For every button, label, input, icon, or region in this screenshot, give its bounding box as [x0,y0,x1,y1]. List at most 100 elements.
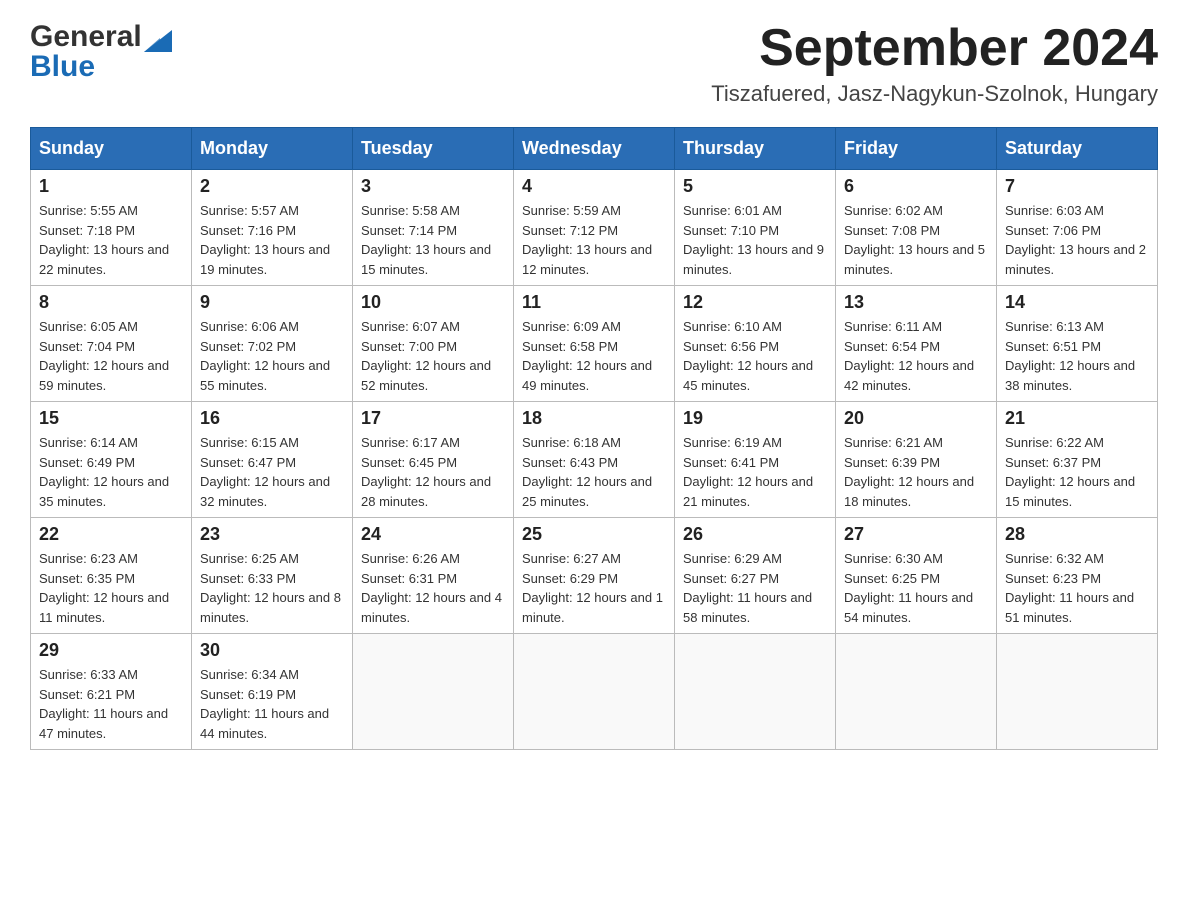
calendar-cell: 24 Sunrise: 6:26 AMSunset: 6:31 PMDayligh… [353,518,514,634]
day-info: Sunrise: 6:07 AMSunset: 7:00 PMDaylight:… [361,317,505,395]
calendar-cell: 20 Sunrise: 6:21 AMSunset: 6:39 PMDayligh… [836,402,997,518]
day-number: 18 [522,408,666,429]
calendar-week-1: 1 Sunrise: 5:55 AMSunset: 7:18 PMDaylight… [31,170,1158,286]
calendar-cell: 16 Sunrise: 6:15 AMSunset: 6:47 PMDayligh… [192,402,353,518]
day-info: Sunrise: 6:02 AMSunset: 7:08 PMDaylight:… [844,201,988,279]
calendar-cell: 10 Sunrise: 6:07 AMSunset: 7:00 PMDayligh… [353,286,514,402]
day-number: 27 [844,524,988,545]
calendar-cell: 27 Sunrise: 6:30 AMSunset: 6:25 PMDayligh… [836,518,997,634]
calendar-cell: 29Sunrise: 6:33 AMSunset: 6:21 PMDayligh… [31,634,192,750]
calendar-cell: 6 Sunrise: 6:02 AMSunset: 7:08 PMDaylight… [836,170,997,286]
day-info: Sunrise: 6:10 AMSunset: 6:56 PMDaylight:… [683,317,827,395]
calendar-cell: 11 Sunrise: 6:09 AMSunset: 6:58 PMDayligh… [514,286,675,402]
calendar-cell [675,634,836,750]
page-header: General Blue September 2024 Tiszafuered,… [30,20,1158,107]
day-number: 10 [361,292,505,313]
calendar-cell: 21 Sunrise: 6:22 AMSunset: 6:37 PMDayligh… [997,402,1158,518]
day-info: Sunrise: 6:23 AMSunset: 6:35 PMDaylight:… [39,549,183,627]
logo-triangle-icon [144,24,172,52]
month-title: September 2024 [711,20,1158,77]
calendar-table: Sunday Monday Tuesday Wednesday Thursday… [30,127,1158,750]
calendar-cell: 7Sunrise: 6:03 AMSunset: 7:06 PMDaylight… [997,170,1158,286]
day-number: 1 [39,176,183,197]
day-info: Sunrise: 6:33 AMSunset: 6:21 PMDaylight:… [39,665,183,743]
day-info: Sunrise: 5:59 AMSunset: 7:12 PMDaylight:… [522,201,666,279]
calendar-cell: 26Sunrise: 6:29 AMSunset: 6:27 PMDayligh… [675,518,836,634]
day-info: Sunrise: 6:26 AMSunset: 6:31 PMDaylight:… [361,549,505,627]
calendar-cell [353,634,514,750]
day-info: Sunrise: 6:21 AMSunset: 6:39 PMDaylight:… [844,433,988,511]
calendar-cell: 13 Sunrise: 6:11 AMSunset: 6:54 PMDayligh… [836,286,997,402]
day-number: 2 [200,176,344,197]
day-number: 12 [683,292,827,313]
calendar-cell [514,634,675,750]
calendar-header-row: Sunday Monday Tuesday Wednesday Thursday… [31,128,1158,170]
day-info: Sunrise: 5:55 AMSunset: 7:18 PMDaylight:… [39,201,183,279]
day-number: 8 [39,292,183,313]
day-number: 19 [683,408,827,429]
calendar-cell: 5 Sunrise: 6:01 AMSunset: 7:10 PMDaylight… [675,170,836,286]
header-wednesday: Wednesday [514,128,675,170]
calendar-week-4: 22 Sunrise: 6:23 AMSunset: 6:35 PMDayligh… [31,518,1158,634]
calendar-week-3: 15 Sunrise: 6:14 AMSunset: 6:49 PMDayligh… [31,402,1158,518]
day-info: Sunrise: 6:06 AMSunset: 7:02 PMDaylight:… [200,317,344,395]
day-number: 7 [1005,176,1149,197]
day-number: 15 [39,408,183,429]
calendar-week-5: 29Sunrise: 6:33 AMSunset: 6:21 PMDayligh… [31,634,1158,750]
header-friday: Friday [836,128,997,170]
calendar-cell: 4 Sunrise: 5:59 AMSunset: 7:12 PMDaylight… [514,170,675,286]
header-saturday: Saturday [997,128,1158,170]
header-sunday: Sunday [31,128,192,170]
calendar-cell: 1 Sunrise: 5:55 AMSunset: 7:18 PMDaylight… [31,170,192,286]
day-number: 4 [522,176,666,197]
day-number: 23 [200,524,344,545]
day-number: 16 [200,408,344,429]
day-number: 13 [844,292,988,313]
day-info: Sunrise: 6:30 AMSunset: 6:25 PMDaylight:… [844,549,988,627]
header-thursday: Thursday [675,128,836,170]
day-number: 25 [522,524,666,545]
day-info: Sunrise: 6:32 AMSunset: 6:23 PMDaylight:… [1005,549,1149,627]
day-number: 20 [844,408,988,429]
day-number: 11 [522,292,666,313]
day-info: Sunrise: 6:01 AMSunset: 7:10 PMDaylight:… [683,201,827,279]
day-info: Sunrise: 6:29 AMSunset: 6:27 PMDaylight:… [683,549,827,627]
day-info: Sunrise: 6:09 AMSunset: 6:58 PMDaylight:… [522,317,666,395]
calendar-week-2: 8Sunrise: 6:05 AMSunset: 7:04 PMDaylight… [31,286,1158,402]
logo-blue-text: Blue [30,50,95,83]
day-number: 9 [200,292,344,313]
calendar-cell [836,634,997,750]
calendar-cell: 18 Sunrise: 6:18 AMSunset: 6:43 PMDayligh… [514,402,675,518]
logo: General Blue [30,20,172,84]
calendar-cell: 30 Sunrise: 6:34 AMSunset: 6:19 PMDayligh… [192,634,353,750]
day-number: 5 [683,176,827,197]
day-info: Sunrise: 6:14 AMSunset: 6:49 PMDaylight:… [39,433,183,511]
calendar-cell: 9 Sunrise: 6:06 AMSunset: 7:02 PMDaylight… [192,286,353,402]
calendar-cell: 22 Sunrise: 6:23 AMSunset: 6:35 PMDayligh… [31,518,192,634]
day-number: 21 [1005,408,1149,429]
calendar-cell: 2 Sunrise: 5:57 AMSunset: 7:16 PMDaylight… [192,170,353,286]
day-number: 28 [1005,524,1149,545]
calendar-cell [997,634,1158,750]
day-info: Sunrise: 6:11 AMSunset: 6:54 PMDaylight:… [844,317,988,395]
day-number: 3 [361,176,505,197]
calendar-cell: 15 Sunrise: 6:14 AMSunset: 6:49 PMDayligh… [31,402,192,518]
day-info: Sunrise: 5:57 AMSunset: 7:16 PMDaylight:… [200,201,344,279]
location-subtitle: Tiszafuered, Jasz-Nagykun-Szolnok, Hunga… [711,81,1158,107]
day-number: 14 [1005,292,1149,313]
day-number: 30 [200,640,344,661]
day-info: Sunrise: 6:19 AMSunset: 6:41 PMDaylight:… [683,433,827,511]
header-tuesday: Tuesday [353,128,514,170]
day-number: 6 [844,176,988,197]
day-number: 24 [361,524,505,545]
logo-general-text: General [30,20,142,54]
day-info: Sunrise: 6:17 AMSunset: 6:45 PMDaylight:… [361,433,505,511]
day-number: 22 [39,524,183,545]
day-info: Sunrise: 6:22 AMSunset: 6:37 PMDaylight:… [1005,433,1149,511]
calendar-cell: 23Sunrise: 6:25 AMSunset: 6:33 PMDayligh… [192,518,353,634]
calendar-cell: 8Sunrise: 6:05 AMSunset: 7:04 PMDaylight… [31,286,192,402]
day-info: Sunrise: 6:34 AMSunset: 6:19 PMDaylight:… [200,665,344,743]
day-info: Sunrise: 6:18 AMSunset: 6:43 PMDaylight:… [522,433,666,511]
day-info: Sunrise: 6:15 AMSunset: 6:47 PMDaylight:… [200,433,344,511]
calendar-cell: 14Sunrise: 6:13 AMSunset: 6:51 PMDayligh… [997,286,1158,402]
